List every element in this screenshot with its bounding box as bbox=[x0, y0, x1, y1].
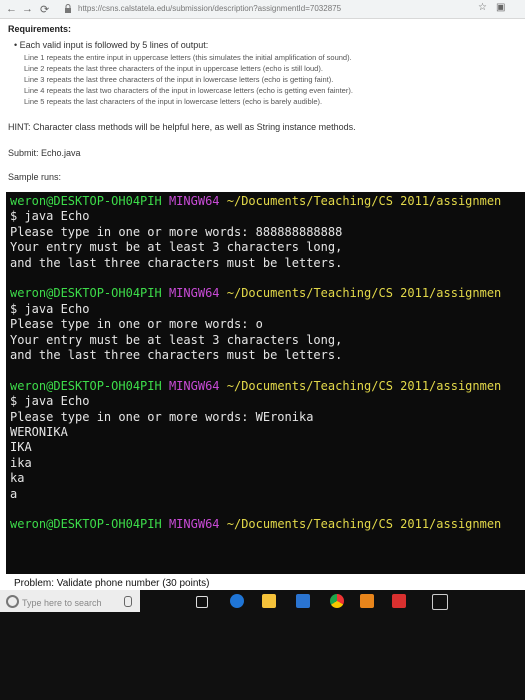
app-icon-red[interactable] bbox=[392, 594, 406, 608]
terminal-line: WERONIKA bbox=[10, 425, 68, 440]
terminal-line: ka bbox=[10, 471, 24, 486]
screen: ← → ⟳ https://csns.calstatela.edu/submis… bbox=[0, 0, 525, 700]
requirement-line-4: Line 4 repeats the last two characters o… bbox=[24, 86, 353, 95]
terminal-line: $ java Echo bbox=[10, 209, 89, 224]
terminal-text-segment: and the last three characters must be le… bbox=[10, 348, 343, 362]
sample-runs-label: Sample runs: bbox=[8, 172, 62, 182]
terminal-text-segment: ~/Documents/Teaching/CS 2011/assignmen bbox=[226, 194, 502, 208]
terminal-line: $ java Echo bbox=[10, 302, 89, 317]
terminal-text-segment: $ java Echo bbox=[10, 209, 90, 224]
terminal-text-segment: ~/Documents/Teaching/CS 2011/assignmen bbox=[226, 286, 502, 301]
terminal-line: Your entry must be at least 3 characters… bbox=[10, 333, 342, 348]
terminal-text-segment: WERONIKA bbox=[10, 425, 68, 439]
terminal-line: and the last three characters must be le… bbox=[10, 348, 342, 363]
terminal-line: Your entry must be at least 3 characters… bbox=[10, 240, 342, 255]
requirement-line-5: Line 5 repeats the last characters of th… bbox=[24, 97, 323, 106]
app-icon-orange[interactable] bbox=[360, 594, 374, 608]
terminal-line: $ java Echo bbox=[10, 394, 89, 409]
terminal-text-segment: MINGW64 bbox=[168, 286, 227, 301]
terminal-line: weron@DESKTOP-OH04PIH MINGW64 ~/Document… bbox=[10, 194, 501, 209]
terminal-text-segment: ika bbox=[10, 455, 32, 470]
requirements-heading: Requirements: bbox=[8, 24, 72, 34]
hint-text: HINT: Character class methods will be he… bbox=[8, 122, 356, 132]
terminal-line: and the last three characters must be le… bbox=[10, 256, 342, 271]
terminal-text-segment: IKA bbox=[10, 440, 32, 455]
requirements-bullet: • Each valid input is followed by 5 line… bbox=[14, 40, 209, 50]
star-icon[interactable]: ☆ bbox=[478, 2, 487, 13]
requirement-line-3: Line 3 repeats the last three characters… bbox=[24, 75, 334, 84]
chrome-icon[interactable] bbox=[330, 594, 344, 608]
terminal-line: Please type in one or more words: o bbox=[10, 317, 263, 332]
terminal-text-segment: Your entry must be at least 3 characters… bbox=[10, 240, 343, 255]
terminal-text-segment: and the last three characters must be le… bbox=[10, 255, 343, 270]
microphone-icon[interactable] bbox=[124, 596, 132, 607]
terminal-line: Please type in one or more words: 888888… bbox=[10, 225, 342, 240]
terminal-line: a bbox=[10, 487, 17, 502]
terminal-text-segment: weron@DESKTOP-OH04PIH bbox=[10, 517, 169, 532]
requirement-line-2: Line 2 repeats the last three characters… bbox=[24, 64, 323, 73]
terminal-text-segment: Your entry must be at least 3 characters… bbox=[10, 332, 343, 347]
lock-icon bbox=[65, 4, 71, 13]
terminal-line: Please type in one or more words: WEroni… bbox=[10, 410, 313, 425]
terminal-text-segment: weron@DESKTOP-OH04PIH bbox=[10, 378, 169, 393]
terminal-line: IKA bbox=[10, 440, 32, 455]
terminal-text-segment: MINGW64 bbox=[168, 378, 227, 393]
taskbar-search-input[interactable]: Type here to search bbox=[22, 598, 102, 608]
terminal-line: weron@DESKTOP-OH04PIH MINGW64 ~/Document… bbox=[10, 517, 501, 532]
address-bar[interactable]: https://csns.calstatela.edu/submission/d… bbox=[78, 4, 341, 13]
terminal-text-segment: ka bbox=[10, 471, 25, 486]
terminal-text-segment: weron@DESKTOP-OH04PIH bbox=[10, 194, 169, 208]
terminal-line: weron@DESKTOP-OH04PIH MINGW64 ~/Document… bbox=[10, 286, 501, 301]
terminal-text-segment: MINGW64 bbox=[168, 194, 227, 208]
browser-toolbar: ← → ⟳ https://csns.calstatela.edu/submis… bbox=[0, 0, 525, 19]
terminal-text-segment: ~/Documents/Teaching/CS 2011/assignmen bbox=[226, 378, 502, 393]
problem-heading: Problem: Validate phone number (30 point… bbox=[14, 578, 210, 589]
terminal-line: ika bbox=[10, 456, 32, 471]
terminal-text-segment: $ java Echo bbox=[10, 301, 90, 316]
extension-icon[interactable]: ▣ bbox=[496, 2, 505, 13]
app-icon-outline[interactable] bbox=[432, 594, 448, 610]
store-icon[interactable] bbox=[296, 594, 310, 608]
task-view-icon[interactable] bbox=[196, 596, 208, 608]
submit-text: Submit: Echo.java bbox=[8, 148, 81, 158]
terminal-text-segment: Please type in one or more words: o bbox=[10, 317, 263, 332]
terminal-text-segment: Please type in one or more words: 888888… bbox=[10, 224, 343, 239]
terminal-sample-output: weron@DESKTOP-OH04PIH MINGW64 ~/Document… bbox=[6, 192, 525, 574]
terminal-text-segment: Please type in one or more words: WEroni… bbox=[10, 409, 314, 424]
back-icon[interactable]: ← bbox=[6, 3, 17, 15]
edge-browser-icon[interactable] bbox=[230, 594, 244, 608]
file-explorer-icon[interactable] bbox=[262, 594, 276, 608]
requirement-line-1: Line 1 repeats the entire input in upper… bbox=[24, 53, 352, 62]
terminal-text-segment: a bbox=[10, 486, 18, 501]
terminal-text-segment: weron@DESKTOP-OH04PIH bbox=[10, 286, 169, 301]
terminal-text-segment: MINGW64 bbox=[168, 517, 227, 532]
cortana-icon[interactable] bbox=[6, 595, 19, 608]
reload-icon[interactable]: ⟳ bbox=[40, 3, 49, 16]
forward-icon[interactable]: → bbox=[22, 3, 33, 15]
terminal-text-segment: ~/Documents/Teaching/CS 2011/assignmen bbox=[226, 517, 502, 532]
terminal-text-segment: $ java Echo bbox=[10, 394, 90, 409]
terminal-line: weron@DESKTOP-OH04PIH MINGW64 ~/Document… bbox=[10, 379, 501, 394]
